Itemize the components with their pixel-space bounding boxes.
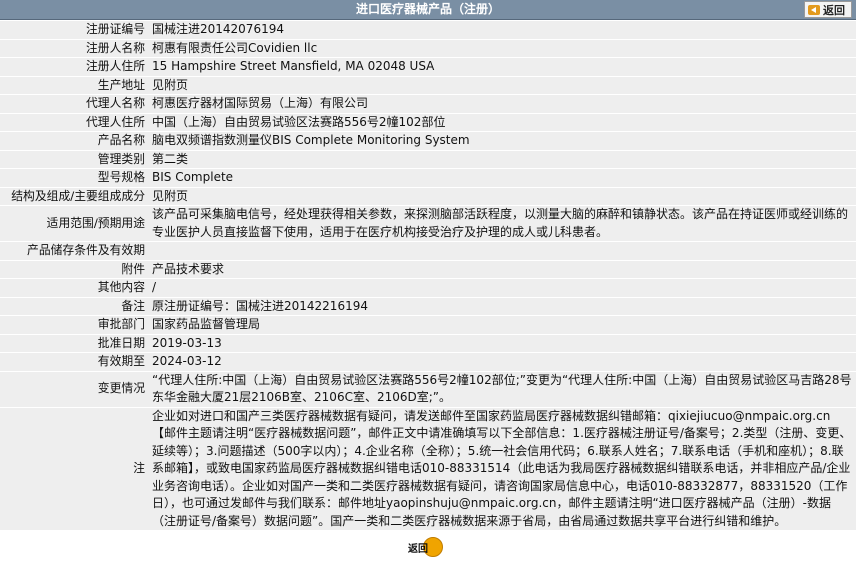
field-value: 该产品可采集脑电信号，经处理获得相关参数，来探测脑部活跃程度，以测量大脑的麻醉和…: [148, 206, 856, 241]
info-row-registrant-address: 注册人住所 15 Hampshire Street Mansfield, MA 0…: [0, 58, 856, 76]
field-label: 注册人住所: [0, 58, 148, 76]
field-label: 审批部门: [0, 316, 148, 334]
back-button-bottom-label: 返回: [408, 544, 428, 555]
field-label: 管理类别: [0, 150, 148, 168]
field-label: 注: [0, 407, 148, 530]
info-row-model-spec: 型号规格 BIS Complete: [0, 169, 856, 187]
field-value: 柯惠有限责任公司Covidien llc: [148, 39, 856, 57]
field-value: 原注册证编号：国械注进20142216194: [148, 297, 856, 315]
info-row-production-address: 生产地址 见附页: [0, 76, 856, 94]
registration-info-table: 注册证编号 国械注进20142076194 注册人名称 柯惠有限责任公司Covidie…: [0, 20, 856, 531]
field-label: 备注: [0, 297, 148, 315]
info-row-notes: 注企业如对进口和国产三类医疗器械数据有疑问，请发送邮件至国家药监局医疗器械数据纠…: [0, 407, 856, 530]
field-value: 企业如对进口和国产三类医疗器械数据有疑问，请发送邮件至国家药监局医疗器械数据纠错…: [148, 407, 856, 530]
back-button-label: 返回: [823, 3, 845, 17]
info-row-valid-until: 有效期至 2024-03-12: [0, 353, 856, 371]
field-label: 产品储存条件及有效期: [0, 242, 148, 260]
field-label: 批准日期: [0, 334, 148, 352]
info-row-approval-date: 批准日期 2019-03-13: [0, 334, 856, 352]
field-value: 见附页: [148, 187, 856, 205]
field-value: BIS Complete: [148, 169, 856, 187]
field-value: 脑电双频谱指数测量仪BIS Complete Monitoring System: [148, 132, 856, 150]
info-row-approval-department: 审批部门 国家药品监督管理局: [0, 316, 856, 334]
field-label: 代理人住所: [0, 113, 148, 131]
info-row-product-name: 产品名称 脑电双频谱指数测量仪BIS Complete Monitoring Sy…: [0, 132, 856, 150]
info-row-registration-number: 注册证编号 国械注进20142076194: [0, 21, 856, 39]
field-label: 型号规格: [0, 169, 148, 187]
field-value: 国家药品监督管理局: [148, 316, 856, 334]
info-row-agent-name: 代理人名称 柯惠医疗器材国际贸易（上海）有限公司: [0, 95, 856, 113]
back-arrow-icon: [808, 4, 820, 15]
info-row-storage-conditions: 产品储存条件及有效期: [0, 242, 856, 260]
info-row-management-category: 管理类别 第二类: [0, 150, 856, 168]
field-label: 注册证编号: [0, 21, 148, 39]
back-button-top[interactable]: 返回: [804, 1, 852, 18]
field-value: 中国（上海）自由贸易试验区法赛路556号2幢102部位: [148, 113, 856, 131]
field-label: 结构及组成/主要组成成分: [0, 187, 148, 205]
field-value: 产品技术要求: [148, 260, 856, 278]
info-row-registrant-name: 注册人名称 柯惠有限责任公司Covidien llc: [0, 39, 856, 57]
page-header: 进口医疗器械产品（注册） 返回: [0, 0, 856, 20]
field-value: [148, 242, 856, 260]
page-title: 进口医疗器械产品（注册）: [355, 2, 500, 16]
field-value: 15 Hampshire Street Mansfield, MA 02048 …: [148, 58, 856, 76]
field-label: 变更情况: [0, 371, 148, 407]
info-row-other-content: 其他内容 /: [0, 279, 856, 297]
info-row-change-history: 变更情况 “代理人住所:中国（上海）自由贸易试验区法赛路556号2幢102部位;”…: [0, 371, 856, 407]
field-label: 代理人名称: [0, 95, 148, 113]
field-label: 注册人名称: [0, 39, 148, 57]
info-row-remarks: 备注 原注册证编号：国械注进20142216194: [0, 297, 856, 315]
info-row-structure-composition: 结构及组成/主要组成成分 见附页: [0, 187, 856, 205]
field-value: 2019-03-13: [148, 334, 856, 352]
field-label: 生产地址: [0, 76, 148, 94]
field-label: 有效期至: [0, 353, 148, 371]
info-row-intended-use: 适用范围/预期用途 该产品可采集脑电信号，经处理获得相关参数，来探测脑部活跃程度，…: [0, 206, 856, 241]
field-value: 第二类: [148, 150, 856, 168]
field-value: 国械注进20142076194: [148, 21, 856, 39]
field-label: 附件: [0, 260, 148, 278]
bottom-back-area: 返回: [0, 537, 856, 557]
info-row-attachments: 附件 产品技术要求: [0, 260, 856, 278]
field-value: 见附页: [148, 76, 856, 94]
field-value: 柯惠医疗器材国际贸易（上海）有限公司: [148, 95, 856, 113]
field-label: 其他内容: [0, 279, 148, 297]
info-row-agent-address: 代理人住所 中国（上海）自由贸易试验区法赛路556号2幢102部位: [0, 113, 856, 131]
field-label: 适用范围/预期用途: [0, 206, 148, 241]
field-value: “代理人住所:中国（上海）自由贸易试验区法赛路556号2幢102部位;”变更为“…: [148, 371, 856, 407]
field-value: 2024-03-12: [148, 353, 856, 371]
field-value: /: [148, 279, 856, 297]
field-label: 产品名称: [0, 132, 148, 150]
back-button-bottom[interactable]: 返回: [408, 537, 448, 557]
